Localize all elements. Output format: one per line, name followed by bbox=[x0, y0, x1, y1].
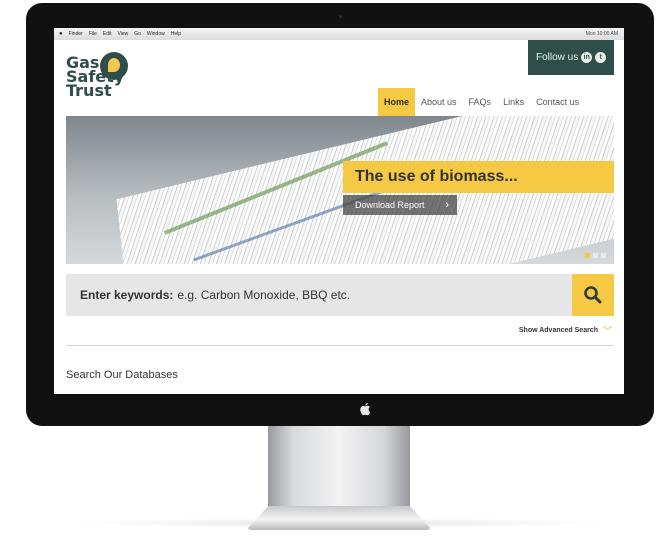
advanced-search-toggle[interactable]: Show Advanced Search ﹀ bbox=[519, 324, 612, 337]
linkedin-icon[interactable]: in bbox=[581, 52, 593, 63]
menu-item[interactable]: View bbox=[118, 31, 129, 37]
keyword-search-bar: Enter keywords: bbox=[66, 274, 614, 316]
menu-item[interactable]: File bbox=[89, 31, 97, 37]
apple-menu-icon[interactable]: ● bbox=[59, 31, 63, 37]
site-logo[interactable]: Gas Safety Trust bbox=[66, 52, 136, 112]
website-screen: ● Finder File Edit View Go Window Help M… bbox=[54, 28, 624, 394]
nav-about-us[interactable]: About us bbox=[415, 88, 463, 116]
slider-dot[interactable] bbox=[585, 253, 590, 258]
nav-home[interactable]: Home bbox=[378, 88, 416, 116]
search-button[interactable] bbox=[572, 274, 614, 316]
search-input[interactable] bbox=[177, 288, 558, 302]
menu-item[interactable]: Finder bbox=[69, 31, 83, 37]
divider bbox=[66, 345, 614, 346]
camera-dot bbox=[339, 15, 342, 18]
slider-dot[interactable] bbox=[601, 253, 606, 258]
chevron-down-icon: ﹀ bbox=[602, 326, 612, 336]
nav-faqs[interactable]: FAQs bbox=[463, 88, 498, 116]
monitor-stand-neck bbox=[268, 426, 410, 508]
menu-item[interactable]: Help bbox=[171, 31, 181, 37]
bird-logo-icon bbox=[100, 52, 128, 80]
logo-word-3: Trust bbox=[66, 81, 112, 100]
menubar-clock: Mon 10:00 AM bbox=[585, 31, 618, 37]
nav-links[interactable]: Links bbox=[497, 88, 530, 116]
advanced-search-label: Show Advanced Search bbox=[518, 327, 598, 334]
follow-us-panel: Follow us in t bbox=[528, 40, 614, 75]
nav-contact-us[interactable]: Contact us bbox=[530, 88, 585, 116]
slider-dots bbox=[582, 253, 606, 258]
monitor-stand-base bbox=[246, 506, 432, 530]
search-icon bbox=[584, 286, 602, 304]
menu-item[interactable]: Edit bbox=[103, 31, 112, 37]
hero-banner: The use of biomass... Download Report › bbox=[66, 116, 614, 264]
menu-item[interactable]: Window bbox=[147, 31, 165, 37]
download-report-label: Download Report bbox=[355, 200, 425, 210]
apple-logo-icon bbox=[360, 402, 371, 416]
hero-title: The use of biomass... bbox=[343, 161, 614, 193]
main-nav: Home About us FAQs Links Contact us bbox=[378, 88, 585, 116]
menu-item[interactable]: Go bbox=[134, 31, 141, 37]
section-heading: Search Our Databases bbox=[66, 369, 178, 381]
search-label: Enter keywords: bbox=[80, 288, 174, 302]
follow-us-label: Follow us bbox=[536, 52, 579, 63]
chevron-right-icon: › bbox=[445, 199, 449, 211]
twitter-icon[interactable]: t bbox=[595, 52, 607, 63]
os-menubar: ● Finder File Edit View Go Window Help M… bbox=[54, 28, 624, 40]
slider-dot[interactable] bbox=[593, 253, 598, 258]
download-report-button[interactable]: Download Report › bbox=[343, 195, 457, 215]
